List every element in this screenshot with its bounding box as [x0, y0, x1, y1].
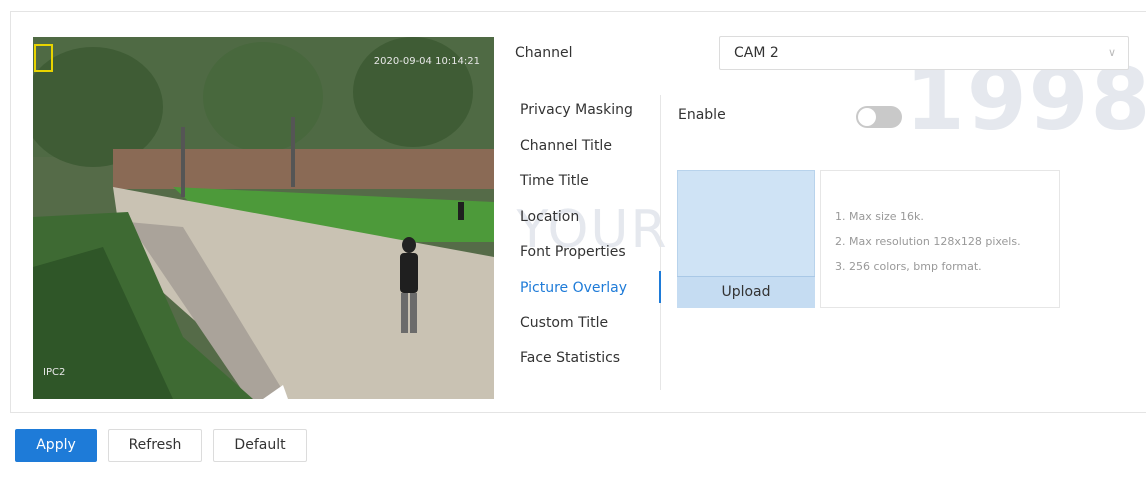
- hint-max-size: 1. Max size 16k.: [835, 210, 924, 223]
- hint-format: 3. 256 colors, bmp format.: [835, 260, 982, 273]
- overlay-box[interactable]: [34, 44, 53, 72]
- refresh-button[interactable]: Refresh: [108, 429, 202, 462]
- upload-button[interactable]: Upload: [677, 276, 815, 308]
- menu-item-face-statistics[interactable]: Face Statistics: [520, 350, 620, 366]
- enable-label: Enable: [678, 107, 726, 123]
- channel-label: Channel: [515, 45, 573, 61]
- channel-select[interactable]: CAM 2 ∨: [719, 36, 1129, 70]
- menu-item-location[interactable]: Location: [520, 209, 579, 225]
- video-preview: 2020-09-04 10:14:21 IPC2: [33, 37, 494, 399]
- camera-scene: [33, 37, 494, 399]
- apply-button[interactable]: Apply: [15, 429, 97, 462]
- enable-toggle[interactable]: [856, 106, 902, 128]
- channel-value: CAM 2: [734, 45, 779, 61]
- overlay-menu: Privacy Masking Channel Title Time Title…: [510, 95, 661, 390]
- menu-item-privacy-masking[interactable]: Privacy Masking: [520, 102, 633, 118]
- menu-item-channel-title[interactable]: Channel Title: [520, 138, 612, 154]
- osd-camera-name: IPC2: [43, 367, 66, 378]
- default-button[interactable]: Default: [213, 429, 307, 462]
- toggle-knob: [858, 108, 876, 126]
- chevron-down-icon: ∨: [1107, 46, 1116, 59]
- menu-item-picture-overlay[interactable]: Picture Overlay: [520, 280, 627, 296]
- menu-active-indicator: [659, 271, 661, 303]
- upload-hints-box: 1. Max size 16k. 2. Max resolution 128x1…: [820, 170, 1060, 308]
- menu-item-font-properties[interactable]: Font Properties: [520, 244, 626, 260]
- menu-item-time-title[interactable]: Time Title: [520, 173, 589, 189]
- menu-item-custom-title[interactable]: Custom Title: [520, 315, 608, 331]
- hint-max-resolution: 2. Max resolution 128x128 pixels.: [835, 235, 1021, 248]
- osd-timestamp: 2020-09-04 10:14:21: [373, 56, 480, 67]
